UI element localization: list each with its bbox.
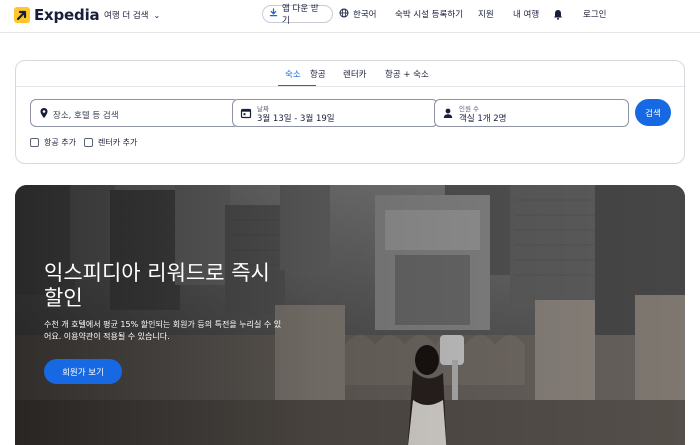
trips-link[interactable]: 내 여행 [513, 5, 539, 23]
tab-stays[interactable]: 숙소 [285, 68, 301, 80]
app-download-button[interactable]: 앱 다운 받기 [262, 4, 333, 26]
search-tabs: 숙소 항공 렌터카 항공 + 숙소 [16, 67, 686, 87]
list-property-link[interactable]: 숙박 시설 등록하기 [395, 5, 463, 23]
search-form: 숙소 항공 렌터카 항공 + 숙소 장소, 호텔 등 검색 날짜 3월 13일 … [15, 60, 686, 164]
tab-cars[interactable]: 렌터카 [343, 68, 366, 80]
hero-city-image [15, 185, 685, 445]
chevron-down-icon: ⌄ [153, 10, 161, 20]
checkbox-icon [30, 138, 39, 147]
tab-flights[interactable]: 항공 [310, 68, 326, 80]
plan-trip-menu[interactable]: 여행 더 검색 ⌄ [104, 9, 161, 22]
language-label: 한국어 [353, 10, 377, 20]
checkbox-icon [84, 138, 93, 147]
globe-icon [339, 8, 349, 21]
hero-banner: 익스피디아 리워드로 즉시 할인 수천 개 호텔에서 평균 15% 할인되는 회… [15, 185, 685, 445]
add-car-checkbox[interactable]: 렌터카 추가 [84, 137, 137, 148]
dates-field[interactable]: 날짜 3월 13일 - 3월 19일 [232, 99, 438, 127]
tab-packages[interactable]: 항공 + 숙소 [385, 68, 429, 80]
tabs-divider [16, 86, 686, 87]
login-link[interactable]: 로그인 [583, 5, 606, 23]
person-icon [442, 107, 454, 119]
top-header: Expedia 여행 더 검색 ⌄ 앱 다운 받기 한국어 숙박 시설 등록하기… [0, 0, 700, 33]
plan-trip-label: 여행 더 검색 [104, 11, 149, 21]
add-flight-label: 항공 추가 [44, 138, 76, 147]
destination-field[interactable]: 장소, 호텔 등 검색 [30, 99, 239, 127]
see-member-prices-button[interactable]: 회원가 보기 [44, 359, 122, 384]
destination-placeholder: 장소, 호텔 등 검색 [53, 111, 119, 121]
download-icon [269, 8, 278, 20]
hero-title: 익스피디아 리워드로 즉시 할인 [44, 261, 270, 310]
bell-icon[interactable] [553, 5, 563, 23]
expedia-logo[interactable]: Expedia [14, 6, 100, 24]
search-button[interactable]: 검색 [635, 99, 671, 126]
add-car-label: 렌터카 추가 [98, 138, 138, 147]
dates-value: 3월 13일 - 3월 19일 [257, 114, 335, 124]
hero-description: 수천 개 호텔에서 평균 15% 할인되는 회원가 등의 특전을 누리실 수 있… [44, 320, 282, 341]
language-selector[interactable]: 한국어 [339, 5, 376, 23]
expedia-logo-icon [14, 7, 30, 23]
support-link[interactable]: 지원 [478, 5, 494, 23]
calendar-icon [240, 107, 252, 119]
add-flight-checkbox[interactable]: 항공 추가 [30, 137, 76, 148]
travelers-value: 객실 1개 2명 [459, 114, 507, 124]
app-download-label: 앱 다운 받기 [282, 4, 319, 26]
travelers-field[interactable]: 인원 수 객실 1개 2명 [434, 99, 629, 127]
map-pin-icon [38, 107, 50, 119]
logo-wordmark: Expedia [34, 6, 100, 24]
